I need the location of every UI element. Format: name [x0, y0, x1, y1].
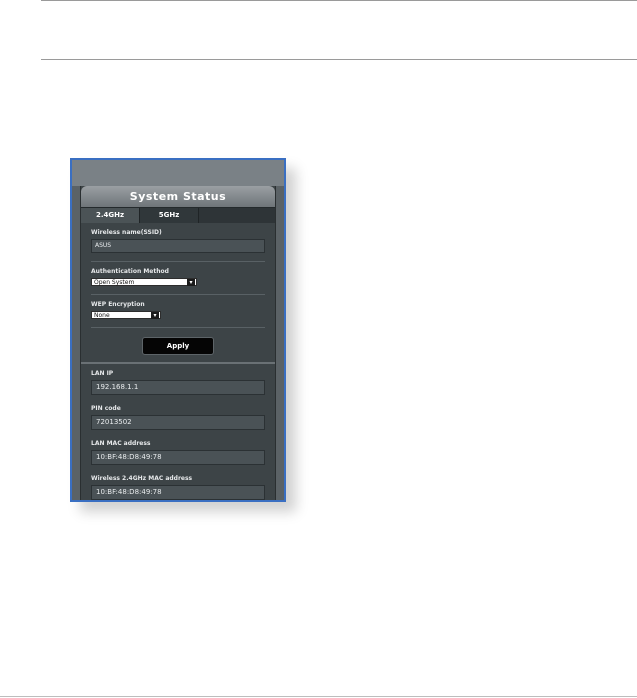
- lan-mac-label: LAN MAC address: [91, 440, 151, 447]
- tab-2-4ghz[interactable]: 2.4GHz: [81, 208, 140, 223]
- system-status-panel: System Status 2.4GHz 5GHz Wireless name(…: [80, 186, 276, 500]
- auth-method-label: Authentication Method: [91, 268, 169, 275]
- header-rule: [41, 59, 637, 60]
- wep-encryption-select[interactable]: None ▾: [91, 311, 161, 319]
- pin-code-label: PIN code: [91, 405, 121, 412]
- panel-title: System Status: [81, 186, 275, 207]
- screenshot-top-bar: [72, 160, 284, 186]
- wireless-mac-value: 10:BF:48:D8:49:78: [91, 485, 265, 500]
- status-info: LAN IP 192.168.1.1 PIN code 72013502 LAN…: [81, 364, 275, 500]
- wireless-mac-label: Wireless 2.4GHz MAC address: [91, 475, 193, 482]
- lan-ip-label: LAN IP: [91, 370, 114, 377]
- apply-button[interactable]: Apply: [142, 337, 214, 355]
- pin-code-value: 72013502: [91, 415, 265, 430]
- top-rule: [41, 0, 637, 1]
- lan-mac-value: 10:BF:48:D8:49:78: [91, 450, 265, 465]
- wep-group: WEP Encryption None ▾: [81, 295, 275, 328]
- lan-ip-value: 192.168.1.1: [91, 380, 265, 395]
- chevron-down-icon: ▾: [187, 279, 195, 286]
- apply-row: Apply: [81, 336, 275, 356]
- divider: [91, 327, 265, 328]
- tab-5ghz[interactable]: 5GHz: [140, 208, 199, 223]
- footer-rule: [0, 696, 637, 697]
- band-tabs: 2.4GHz 5GHz: [81, 207, 275, 223]
- ssid-input[interactable]: ASUS: [91, 239, 265, 253]
- chevron-down-icon: ▾: [151, 312, 159, 319]
- auth-group: Authentication Method Open System ▾: [81, 262, 275, 295]
- auth-method-value: Open System: [94, 279, 135, 286]
- ssid-label: Wireless name(SSID): [91, 229, 162, 236]
- wep-encryption-value: None: [94, 312, 110, 319]
- ssid-group: Wireless name(SSID) ASUS: [81, 223, 275, 262]
- router-ui-screenshot: System Status 2.4GHz 5GHz Wireless name(…: [70, 158, 286, 502]
- wep-encryption-label: WEP Encryption: [91, 301, 145, 308]
- auth-method-select[interactable]: Open System ▾: [91, 278, 197, 286]
